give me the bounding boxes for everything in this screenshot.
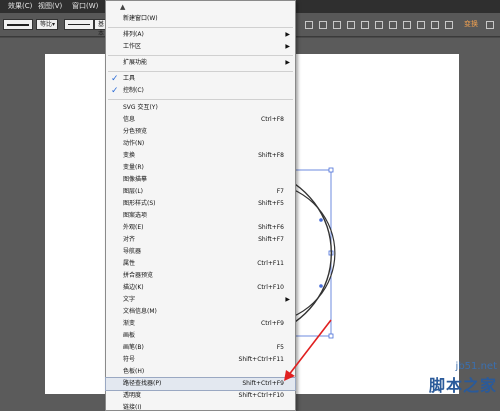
watermark-brand: 脚本之家	[428, 376, 497, 395]
annotation-arrow-icon	[284, 319, 332, 381]
watermark-logo: jb51.net	[455, 361, 497, 372]
watermark: jb51.net 脚本之家	[374, 361, 497, 409]
